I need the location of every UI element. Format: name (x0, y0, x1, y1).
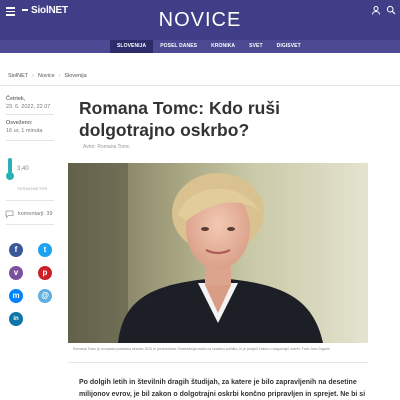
section-brand-title[interactable]: NOVICE (0, 9, 400, 32)
breadcrumb-item[interactable]: Slovenija (64, 73, 86, 79)
breadcrumb: SiolNET › Novice › Slovenija (8, 73, 87, 79)
nav-item-svet[interactable]: SVET (242, 40, 269, 53)
nav-item-digisvet[interactable]: DIGISVET (270, 40, 308, 53)
user-icon[interactable] (371, 5, 381, 15)
article-lead: Po dolgih letih in številnih dragih štud… (79, 379, 366, 398)
article-author[interactable]: Avtor: Romana Tomc (83, 144, 130, 150)
nav-item-kronika[interactable]: KRONIKA (204, 40, 242, 53)
pinterest-icon[interactable]: p (38, 266, 52, 280)
thermometer-value: 3,40 (17, 166, 29, 172)
divider (0, 85, 400, 86)
linkedin-icon[interactable]: in (9, 312, 23, 326)
breadcrumb-item[interactable]: SiolNET (8, 73, 28, 79)
divider (6, 114, 54, 115)
divider (6, 140, 54, 141)
viber-icon[interactable]: v (9, 266, 23, 280)
updated-value: 16 ur, 1 minuta (6, 128, 43, 134)
comments-count: komentarji: 39 (18, 211, 53, 217)
nav-item-slovenija[interactable]: SLOVENIJA (110, 40, 154, 53)
top-header: SiolNET NOVICE (0, 0, 400, 40)
nav-item-posel-danes[interactable]: POSEL DANES (153, 40, 204, 53)
thermometer-label: TERMOMETER (17, 186, 48, 191)
breadcrumb-separator-icon: › (58, 73, 61, 79)
search-icon[interactable] (386, 5, 396, 15)
publish-date: 23. 6. 2022, 22.07 (6, 104, 51, 110)
comments-link[interactable]: komentarji: 39 (5, 210, 53, 218)
divider (6, 200, 54, 201)
mail-icon[interactable]: @ (38, 289, 52, 303)
photo-caption: Romana Tomc je evropska poslanka stranke… (73, 347, 330, 351)
breadcrumb-separator-icon: › (32, 73, 34, 79)
article-photo (68, 163, 368, 343)
breadcrumb-item[interactable]: Novice (38, 73, 55, 79)
header-actions (371, 5, 396, 15)
messenger-icon[interactable]: m (9, 289, 23, 303)
comment-icon (5, 210, 14, 218)
twitter-icon[interactable]: t (38, 243, 52, 257)
thermometer-icon (6, 158, 14, 180)
publish-day: Četrtek, (6, 96, 26, 102)
divider (68, 362, 368, 363)
divider (6, 224, 54, 225)
facebook-icon[interactable]: f (9, 243, 23, 257)
section-nav: SLOVENIJA POSEL DANES KRONIKA SVET DIGISVET (0, 40, 400, 53)
updated-label: Osveženo: (6, 120, 33, 126)
article-title: Romana Tomc: Kdo ruši dolgotrajno oskrbo… (79, 98, 280, 140)
